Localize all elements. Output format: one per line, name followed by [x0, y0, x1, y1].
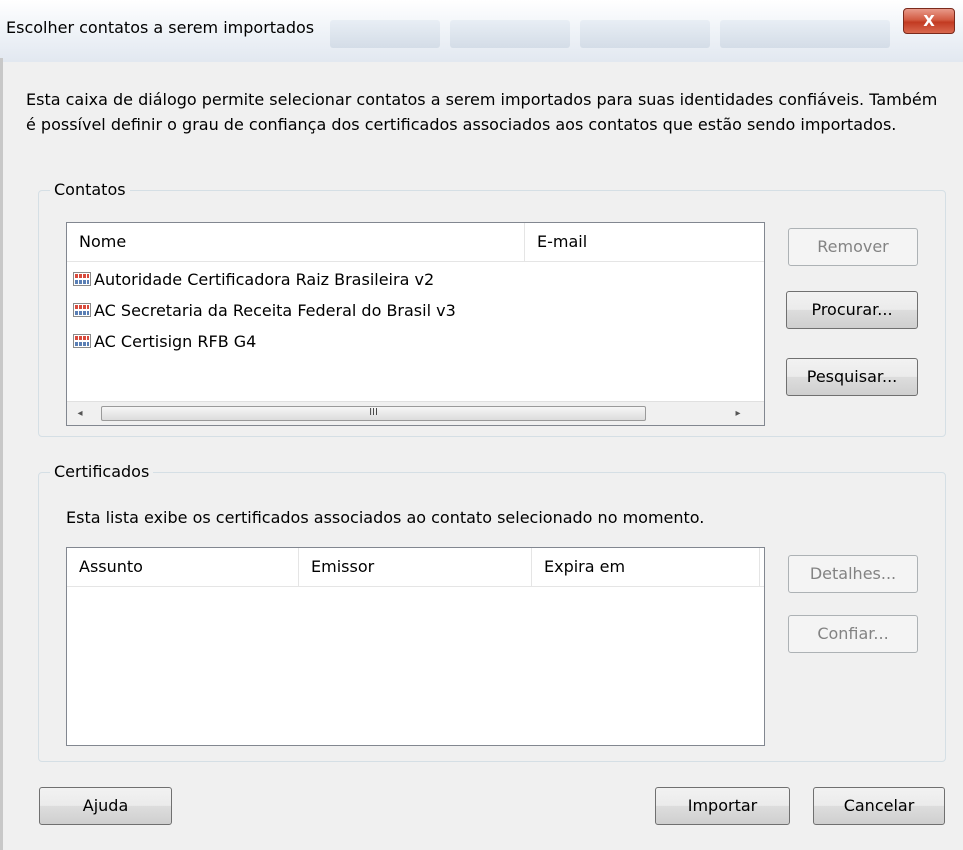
horizontal-scrollbar[interactable]: ◂ III ▸	[67, 401, 764, 425]
help-button[interactable]: Ajuda	[39, 787, 172, 825]
list-item[interactable]: Autoridade Certificadora Raiz Brasileira…	[73, 268, 434, 292]
close-icon: X	[923, 12, 935, 30]
contact-name: AC Secretaria da Receita Federal do Bras…	[94, 301, 456, 320]
contact-name: Autoridade Certificadora Raiz Brasileira…	[94, 270, 435, 289]
details-button[interactable]: Detalhes...	[788, 555, 918, 593]
contacts-list-header: Nome E-mail	[67, 223, 764, 262]
browse-button[interactable]: Procurar...	[786, 291, 918, 329]
trust-button[interactable]: Confiar...	[788, 615, 918, 653]
scroll-left-icon[interactable]: ◂	[69, 402, 91, 425]
column-header-issuer[interactable]: Emissor	[299, 548, 532, 586]
contact-name: AC Certisign RFB G4	[94, 332, 257, 351]
certificate-icon	[73, 334, 91, 348]
title-bar: Escolher contatos a serem importados X	[0, 0, 963, 62]
contacts-group-title: Contatos	[50, 180, 130, 199]
scroll-right-icon[interactable]: ▸	[727, 402, 749, 425]
column-header-expires[interactable]: Expira em	[532, 548, 760, 586]
certificates-list-header: Assunto Emissor Expira em	[67, 548, 764, 587]
certificates-description: Esta lista exibe os certificados associa…	[66, 508, 705, 527]
column-header-subject[interactable]: Assunto	[67, 548, 299, 586]
remove-button[interactable]: Remover	[788, 228, 918, 266]
certificate-icon	[73, 303, 91, 317]
window-edge	[0, 58, 3, 850]
certificate-icon	[73, 272, 91, 286]
close-button[interactable]: X	[903, 8, 955, 34]
grip-icon: III	[369, 407, 378, 418]
background-window-blur	[330, 20, 440, 48]
contacts-list[interactable]: Nome E-mail Autoridade Certificadora Rai…	[66, 222, 765, 426]
column-header-name[interactable]: Nome	[67, 223, 525, 261]
import-button[interactable]: Importar	[655, 787, 790, 825]
window-title: Escolher contatos a serem importados	[6, 18, 315, 37]
list-item[interactable]: AC Certisign RFB G4	[73, 330, 256, 354]
column-header-email[interactable]: E-mail	[525, 223, 764, 261]
scrollbar-thumb[interactable]: III	[101, 406, 646, 421]
search-button[interactable]: Pesquisar...	[786, 358, 918, 396]
intro-text: Esta caixa de diálogo permite selecionar…	[26, 90, 938, 134]
cancel-button[interactable]: Cancelar	[813, 787, 945, 825]
background-window-blur	[450, 20, 570, 48]
background-window-blur	[720, 20, 890, 48]
list-item[interactable]: AC Secretaria da Receita Federal do Bras…	[73, 299, 456, 323]
certificates-group-title: Certificados	[50, 462, 154, 481]
certificates-list[interactable]: Assunto Emissor Expira em	[66, 547, 765, 746]
background-window-blur	[580, 20, 710, 48]
